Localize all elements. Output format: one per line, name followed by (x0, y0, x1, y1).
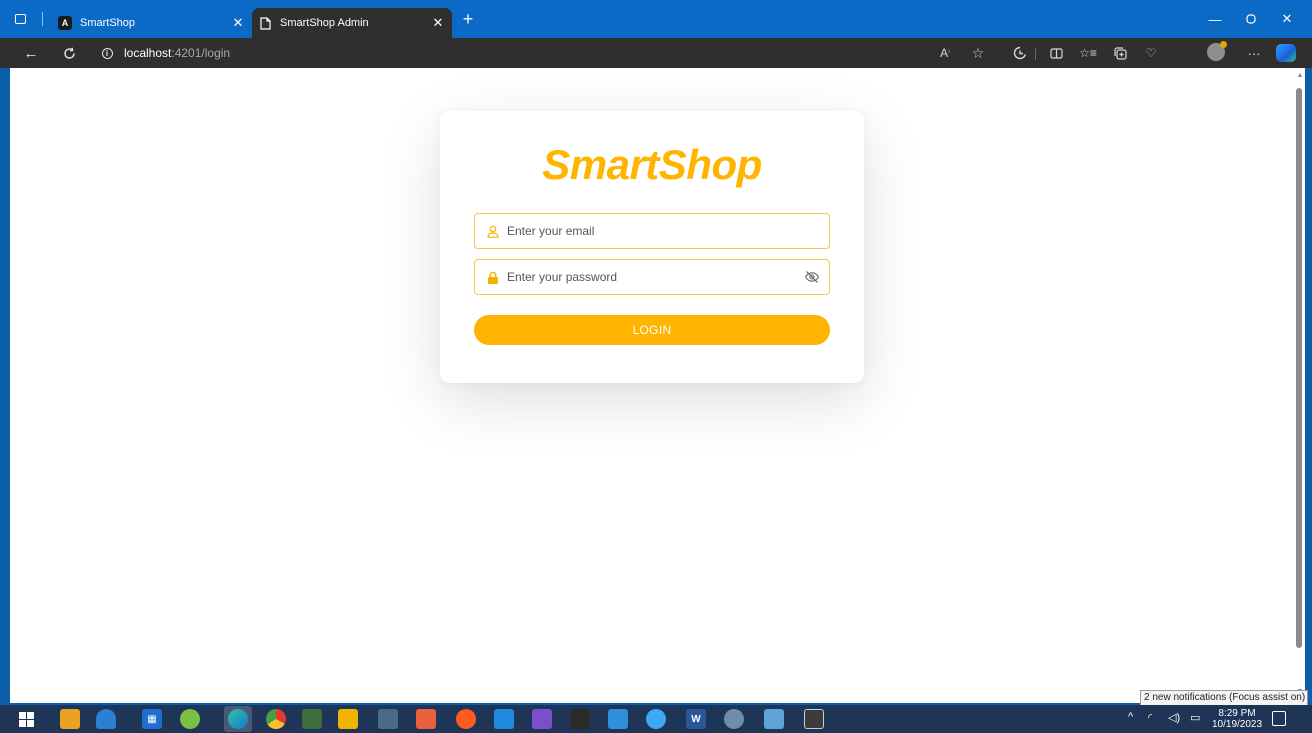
app-icon[interactable] (724, 709, 744, 729)
store-icon[interactable]: ▦ (142, 709, 162, 729)
angular-icon: A (58, 16, 72, 30)
browser-toolbar: ← i localhost:4201/login A ⁾ ☆ ☆≡ ♡ ··· (0, 38, 1312, 68)
address-bar[interactable]: i localhost:4201/login (92, 42, 1018, 64)
scrollbar-thumb[interactable] (1296, 88, 1302, 648)
email-field[interactable] (474, 213, 830, 249)
close-window-button[interactable]: ✕ (1272, 8, 1302, 30)
copilot-icon[interactable] (1276, 44, 1296, 62)
browser-essentials-icon[interactable]: ♡ (1141, 44, 1161, 62)
url-path: :4201/login (171, 46, 231, 60)
windows-taskbar: ▦ W ^ ◜ ◁) ▭ 8:29 PM 10/19/2023 (0, 705, 1312, 733)
favorites-icon[interactable]: ☆≡ (1078, 44, 1098, 62)
notification-tooltip: 2 new notifications (Focus assist on) (1140, 690, 1308, 706)
edge-icon[interactable] (224, 706, 252, 732)
email-input[interactable] (507, 214, 829, 248)
profile-avatar[interactable] (1207, 41, 1227, 61)
extension-icon[interactable] (1010, 44, 1030, 62)
favorite-star-icon[interactable]: ☆ (968, 44, 988, 62)
tab-separator (42, 12, 43, 26)
vscode-icon[interactable] (494, 709, 514, 729)
chevron-up-icon[interactable]: ^ (1128, 711, 1133, 723)
tab-smartshop-admin[interactable]: SmartShop Admin ✕ (252, 8, 452, 38)
user-icon (485, 223, 501, 239)
collections-icon[interactable] (1110, 44, 1130, 62)
close-tab-icon[interactable]: ✕ (228, 13, 248, 33)
app-icon[interactable] (646, 709, 666, 729)
tab-actions-button[interactable] (8, 8, 32, 30)
volume-icon[interactable]: ◁) (1168, 711, 1180, 724)
browser-tab-bar: A SmartShop ✕ SmartShop Admin ✕ + — ✕ (0, 0, 1312, 38)
close-tab-icon[interactable]: ✕ (428, 13, 448, 33)
clock-date: 10/19/2023 (1212, 719, 1262, 730)
visual-studio-icon[interactable] (532, 709, 552, 729)
tab-title: SmartShop Admin (280, 17, 369, 29)
word-icon[interactable]: W (686, 709, 706, 729)
start-button[interactable] (16, 709, 36, 729)
back-button[interactable]: ← (20, 43, 42, 63)
wifi-icon[interactable]: ◜ (1148, 711, 1152, 724)
eye-slash-icon[interactable] (801, 266, 823, 288)
chrome-icon[interactable] (266, 709, 286, 729)
postman-icon[interactable] (456, 709, 476, 729)
tab-smartshop[interactable]: A SmartShop ✕ (52, 8, 252, 38)
clock-time: 8:29 PM (1218, 708, 1256, 719)
url-text: localhost:4201/login (124, 46, 230, 60)
split-screen-icon[interactable] (1046, 44, 1066, 62)
terminal-icon[interactable] (804, 709, 824, 729)
scroll-up-arrow[interactable]: ▲ (1296, 72, 1304, 82)
app-icon[interactable] (338, 709, 358, 729)
app-icon[interactable] (180, 709, 200, 729)
toolbar-divider (1035, 48, 1036, 60)
xampp-icon[interactable] (416, 709, 436, 729)
refresh-button[interactable] (58, 43, 80, 63)
minimize-button[interactable]: — (1200, 8, 1230, 30)
password-input[interactable] (507, 260, 801, 294)
app-icon[interactable] (378, 709, 398, 729)
notification-center-icon[interactable] (1272, 711, 1286, 726)
url-host: localhost (124, 46, 172, 60)
notepad-icon[interactable] (302, 709, 322, 729)
restore-button[interactable] (1236, 8, 1266, 30)
taskbar-clock[interactable]: 8:29 PM 10/19/2023 (1212, 708, 1262, 732)
file-explorer-icon[interactable] (60, 709, 80, 729)
mail-icon[interactable] (96, 709, 116, 729)
windows-logo-icon (18, 711, 34, 727)
lock-icon (485, 269, 501, 285)
login-card: SmartShop LOGIN (440, 111, 864, 383)
app-icon[interactable] (608, 709, 628, 729)
jetbrains-icon[interactable] (570, 709, 590, 729)
page-icon (258, 16, 272, 30)
password-field[interactable] (474, 259, 830, 295)
read-aloud-icon[interactable]: A ⁾ (935, 44, 955, 62)
tab-actions-icon (14, 14, 26, 24)
app-icon[interactable] (764, 709, 784, 729)
new-tab-button[interactable]: + (458, 10, 478, 29)
battery-icon[interactable]: ▭ (1190, 711, 1200, 724)
login-button[interactable]: LOGIN (474, 315, 830, 345)
tab-title: SmartShop (80, 17, 136, 29)
smartshop-logo: SmartShop (542, 141, 762, 188)
site-info-icon[interactable]: i (96, 42, 118, 64)
more-options-icon[interactable]: ··· (1244, 44, 1264, 62)
